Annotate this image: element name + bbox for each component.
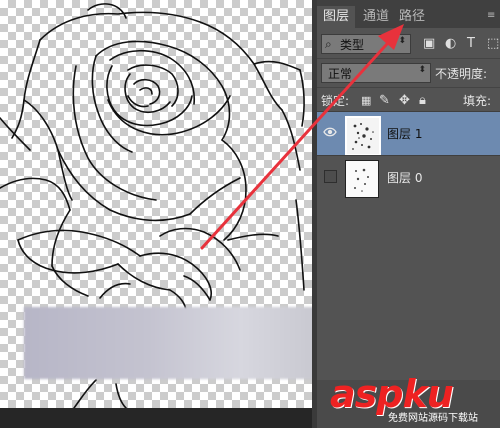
panel-menu-icon[interactable]: ≡ xyxy=(487,8,495,24)
lock-all-icon[interactable]: 🔒︎ xyxy=(419,93,426,109)
fill-label: 填充: xyxy=(463,94,492,108)
filter-row: ⌕ 类型 ⬍ ▣ ◐ T ⬚ xyxy=(317,30,500,56)
watermark-logo: aspku xyxy=(330,374,454,414)
filter-kind-select[interactable]: ⌕ 类型 ⬍ xyxy=(321,34,411,54)
blend-row: 正常 ⬍ 不透明度: xyxy=(317,58,500,85)
lock-label: 锁定: xyxy=(321,94,350,108)
visibility-toggle[interactable] xyxy=(324,170,337,183)
lock-position-icon[interactable]: ✥ xyxy=(399,93,410,109)
tab-paths[interactable]: 路径 xyxy=(393,6,431,28)
visibility-eye-icon[interactable] xyxy=(323,125,337,139)
lock-transparency-icon[interactable]: ▦ xyxy=(361,93,371,109)
dropdown-icon: ⬍ xyxy=(418,65,426,75)
blurred-overlay xyxy=(24,307,334,379)
layer-row-0[interactable]: 图层 0 xyxy=(317,155,500,200)
lock-row: 锁定: ▦ ✎ ✥ 🔒︎ 填充: xyxy=(317,87,500,112)
blend-mode-select[interactable]: 正常 ⬍ xyxy=(321,63,431,83)
lock-paint-icon[interactable]: ✎ xyxy=(379,93,390,109)
layers-panel: 图层 通道 路径 ≡ ⌕ 类型 ⬍ ▣ ◐ T ⬚ 正常 ⬍ 不透明度: 锁定:… xyxy=(317,0,500,428)
watermark-subtitle: 免费网站源码下载站 xyxy=(388,413,478,424)
type-filter-icon[interactable]: T xyxy=(467,36,475,52)
layer-name: 图层 0 xyxy=(387,171,423,185)
opacity-label: 不透明度: xyxy=(435,67,488,81)
tab-channels[interactable]: 通道 xyxy=(357,6,395,28)
panel-tabs: 图层 通道 路径 ≡ xyxy=(317,0,500,28)
layer-row-1[interactable]: 图层 1 xyxy=(317,111,500,156)
shape-filter-icon[interactable]: ⬚ xyxy=(487,36,499,52)
layer-name: 图层 1 xyxy=(387,127,423,141)
filter-kind-label: 类型 xyxy=(340,38,365,52)
search-icon: ⌕ xyxy=(325,37,332,51)
tab-layers[interactable]: 图层 xyxy=(317,6,356,28)
layer-thumbnail xyxy=(345,116,381,156)
adjustment-filter-icon[interactable]: ◐ xyxy=(445,36,456,52)
layer-thumbnail xyxy=(345,160,379,198)
horizontal-scrollbar[interactable] xyxy=(0,408,312,428)
dropdown-icon: ⬍ xyxy=(398,36,406,46)
blend-mode-value: 正常 xyxy=(328,67,353,81)
pixel-filter-icon[interactable]: ▣ xyxy=(423,36,435,52)
